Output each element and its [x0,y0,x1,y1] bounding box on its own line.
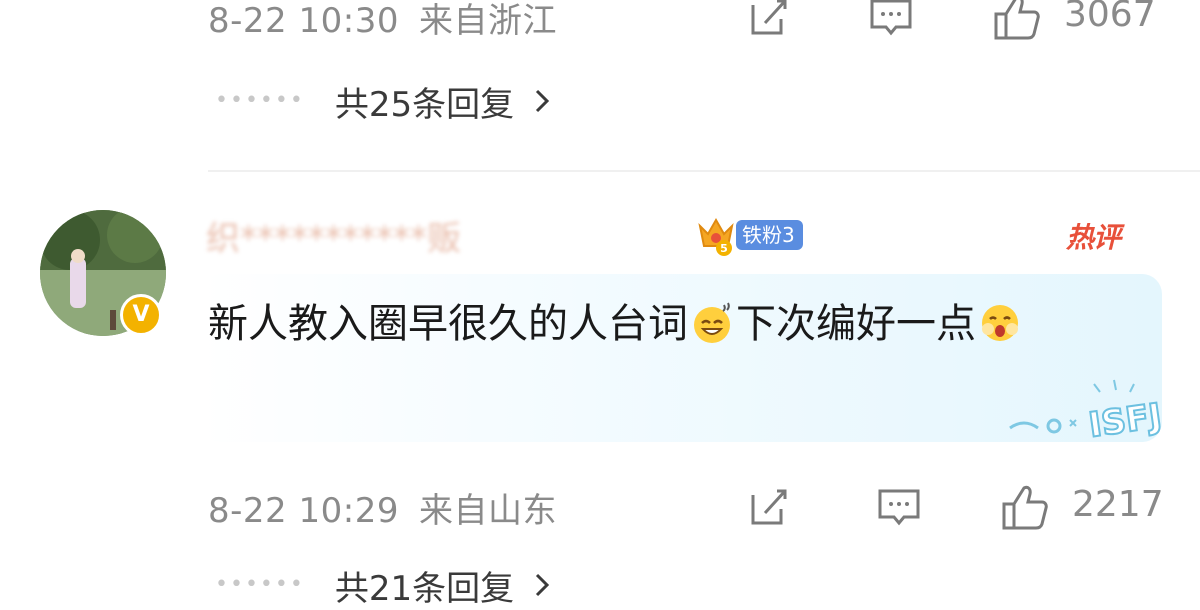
username[interactable]: 织***********贩 [206,212,461,259]
hot-comment-location: 来自山东 [418,490,557,531]
chevron-right-icon [532,86,552,116]
crown-icon: 5 [694,212,738,256]
blush-emoji-icon [978,298,1022,342]
divider [208,170,1200,172]
dots-divider: •••••• [215,572,305,597]
share-icon[interactable] [744,0,794,42]
verified-icon: V [120,294,162,336]
chevron-right-icon [532,570,552,600]
first-comment-replies-link[interactable]: •••••• 共25条回复 [215,76,552,126]
hot-comment-like-count: 2217 [1072,484,1164,525]
like-icon[interactable] [990,0,1044,44]
hot-comment-replies-link[interactable]: •••••• 共21条回复 [215,560,552,610]
fan-badge: 铁粉3 [736,220,803,250]
replies-label: 共21条回复 [334,568,515,609]
like-icon[interactable] [998,480,1052,534]
svg-text:5: 5 [720,242,728,255]
isfj-sticker-text: ISFJ [1086,396,1164,446]
isfj-sticker: ISFJ [1004,376,1184,447]
username-text: 织***********贩 [206,218,461,259]
first-comment-meta-text: 8-22 10:30 来自浙江 [208,0,557,42]
dots-divider: •••••• [215,88,305,113]
hot-comment-badge: 热评 [1066,221,1121,254]
share-icon[interactable] [744,482,794,532]
comment-icon[interactable] [866,0,916,42]
sweat-smile-emoji-icon [690,298,734,343]
comment-text-part1: 新人教入圈早很久的人台词 [208,301,688,347]
first-comment-location: 来自浙江 [418,0,557,41]
first-comment-time: 8-22 10:30 [208,0,399,41]
comment-text-part2: 下次编好一点 [736,301,976,347]
comment-text: 新人教入圈早很久的人台词 下次编好一点 [208,290,1128,358]
first-comment-like-count: 3067 [1064,0,1156,35]
comment-icon[interactable] [874,482,924,532]
hot-comment-time: 8-22 10:29 [208,490,399,531]
fan-badge-label: 铁粉3 [742,223,795,247]
replies-label: 共25条回复 [334,84,515,125]
hot-comment-meta-text: 8-22 10:29 来自山东 [208,483,557,532]
